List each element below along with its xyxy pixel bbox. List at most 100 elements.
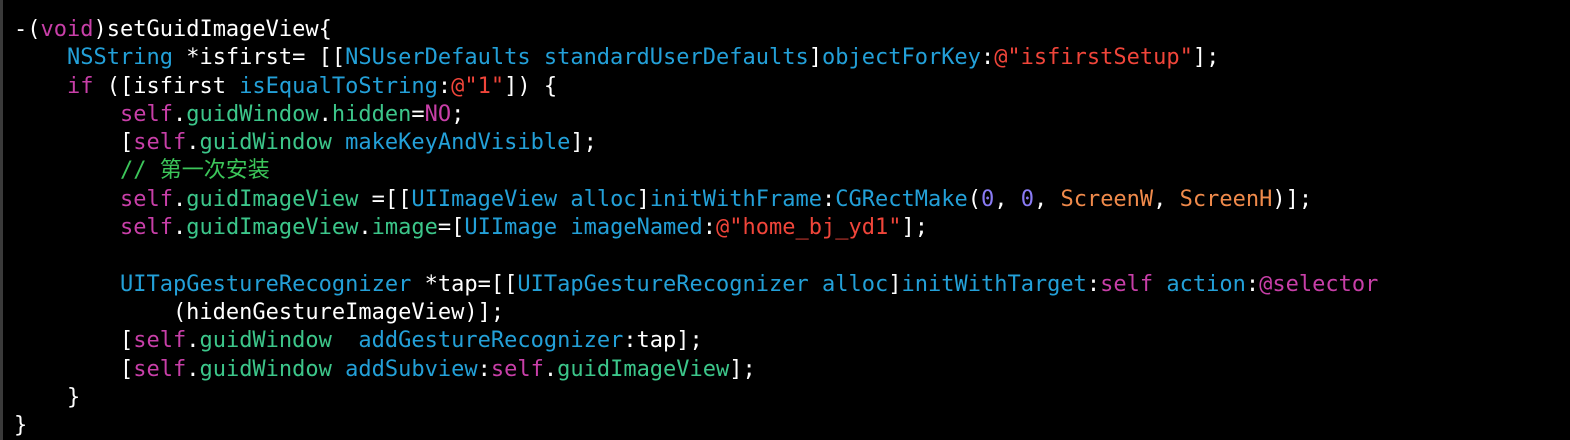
code-token: , [1033,186,1061,212]
code-token: } [14,413,28,439]
code-token: makeKeyAndVisible [345,130,571,156]
code-token: , [994,186,1021,212]
code-line: [self.guidWindow makeKeyAndVisible]; [14,129,1570,157]
code-token: @"isfirstSetup" [994,45,1193,71]
code-line: -(void)setGuidImageView{ [14,16,1570,44]
code-token: guidWindow [199,130,332,156]
code-editor[interactable]: -(void)setGuidImageView{ NSString *isfir… [0,0,1570,440]
code-token: guidImageView [186,215,359,241]
code-token: . [318,101,332,127]
code-token: ( [967,186,981,212]
code-token: self [133,356,187,382]
code-token: ] [636,186,650,212]
code-token: @"1" [451,73,505,99]
code-line: self.guidImageView =[[UIImageView alloc]… [14,186,1570,214]
code-line: if ([isfirst isEqualToString:@"1"]) { [14,73,1570,101]
code-token: -( [14,17,41,42]
code-token: . [186,130,200,156]
code-token: action [1166,271,1246,297]
code-token: UITapGestureRecognizer [119,271,412,297]
code-token: self [133,328,187,354]
code-token: self [133,130,187,156]
code-line: NSString *isfirst= [[NSUserDefaults stan… [14,44,1570,72]
code-token: . [186,328,200,354]
code-token: . [172,186,187,212]
code-token: :tap]; [623,328,703,354]
code-token: [ [14,356,134,382]
code-token: , [1153,186,1180,212]
code-token: 0 [980,186,995,212]
code-token: . [172,101,187,127]
code-token: : [1086,271,1101,297]
code-token: self [490,356,544,382]
code-token: *isfirst= [[ [172,45,346,71]
code-token: ]; [570,130,597,156]
code-token: guidWindow [199,328,332,354]
code-token: = [411,101,425,127]
code-token: void [40,17,94,42]
code-token: if [66,73,94,99]
code-token: NSString [66,45,173,71]
code-token: hidden [331,101,412,127]
code-token: ScreenH [1179,186,1273,212]
code-token: : [980,45,995,71]
code-token: : [477,356,491,382]
code-token: UIImageView [411,186,558,212]
code-token: : [822,186,836,212]
code-token: [ [14,328,134,354]
code-line: self.guidWindow.hidden=NO; [14,101,1570,129]
code-line: } [14,412,1570,440]
code-token: : [437,73,452,99]
code-token: ScreenW [1060,186,1154,212]
code-token: ; [451,101,465,127]
code-token: initWithFrame [649,186,822,212]
code-token: UIImage [464,215,558,241]
code-token: . [172,215,187,241]
code-token: ] [888,271,902,297]
code-line: } [14,384,1570,412]
code-line: self.guidImageView.image=[UIImage imageN… [14,214,1570,242]
code-token: guidImageView [186,186,359,212]
code-token: initWithTarget [901,271,1087,297]
code-line: (hidenGestureImageView)]; [14,299,1570,327]
code-token: imageNamed [570,215,703,241]
code-token: addGestureRecognizer [358,328,624,354]
code-line: [self.guidWindow addGestureRecognizer:ta… [14,327,1570,355]
code-token: . [186,356,200,382]
code-token: self [119,215,173,241]
code-token: self [1100,271,1154,297]
code-token: alloc [822,271,889,297]
code-token: . [358,215,372,241]
code-token: : [1245,271,1260,297]
code-token: ]) { [504,73,558,99]
code-token: @selector [1259,271,1379,297]
code-token: self [119,186,173,212]
code-token: ]; [1192,45,1220,71]
code-token: (hidenGestureImageView)]; [14,299,505,325]
code-token: // 第一次安装 [119,158,270,184]
code-token: guidWindow [199,356,332,382]
code-line: // 第一次安装 [14,157,1570,185]
code-token: =[[ [358,186,412,212]
code-token: ([isfirst [93,73,240,99]
code-token: ] [808,45,822,71]
code-line: [self.guidWindow addSubview:self.guidIma… [14,356,1570,384]
code-token: . [543,356,558,382]
code-token: self [119,101,173,127]
code-token: [ [14,130,134,156]
code-token: )]; [1272,186,1313,212]
code-token: NSUserDefaults [345,45,531,71]
